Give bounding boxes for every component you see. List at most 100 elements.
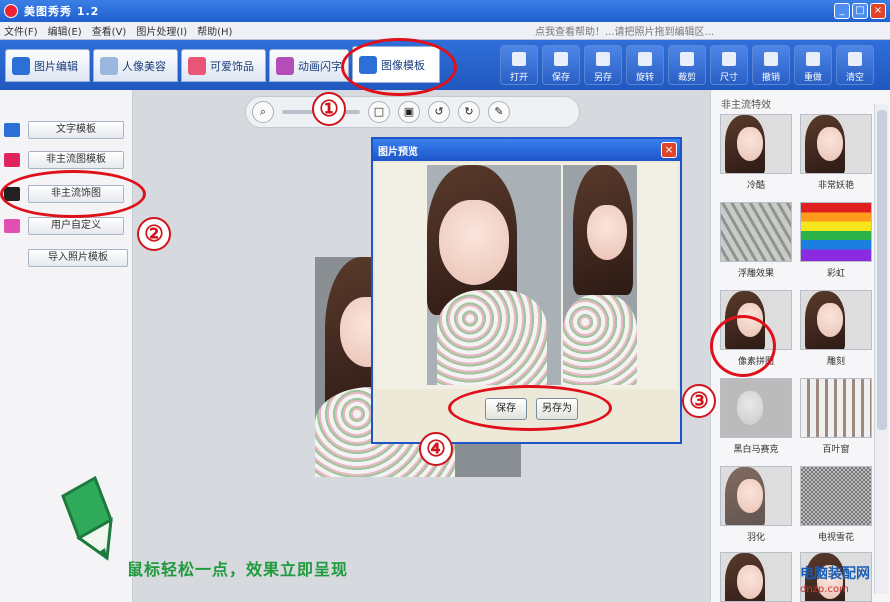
effect-item[interactable]: 羽化	[720, 466, 792, 543]
left-item-text-template[interactable]: 文字模板	[4, 120, 124, 140]
portrait-icon	[100, 56, 118, 75]
canvas-toolstrip: ⌕ □ ▣ ↺ ↻ ✎	[245, 96, 580, 128]
left-item-label: 文字模板	[28, 121, 124, 139]
tab-animation[interactable]: 动画闪字	[269, 49, 349, 82]
brush-icon[interactable]: ✎	[488, 101, 510, 123]
tool-label: 另存	[593, 73, 612, 83]
effect-label: 浮雕效果	[737, 269, 774, 279]
effects-scrollbar[interactable]	[874, 104, 888, 594]
effect-label: 冷酷	[746, 181, 765, 191]
left-item-label: 导入照片模板	[28, 249, 128, 267]
tool-label: 尺寸	[719, 73, 738, 83]
scroll-thumb[interactable]	[877, 110, 887, 430]
annotation-circle	[448, 385, 612, 431]
effect-label: 非常妖艳	[817, 181, 854, 191]
tool-label: 清空	[845, 73, 864, 83]
close-icon[interactable]: ×	[870, 3, 886, 19]
menu-bar: 文件(F) 编辑(E) 查看(V) 图片处理(I) 帮助(H) 点我查看帮助！.…	[0, 22, 890, 40]
effect-thumb	[720, 114, 792, 174]
tab-label: 图片编辑	[34, 59, 78, 73]
lips-icon	[4, 153, 20, 167]
effect-thumb	[720, 466, 792, 526]
effect-thumb	[720, 202, 792, 262]
effect-item[interactable]: 黑白马赛克	[720, 378, 792, 455]
effect-label: 羽化	[746, 533, 765, 543]
effect-item[interactable]: 百叶窗	[800, 378, 872, 455]
clear-button[interactable]: 清空	[836, 45, 874, 85]
tool-label: 裁剪	[677, 73, 696, 83]
fit-icon[interactable]: □	[368, 101, 390, 123]
annotation-number-2: ②	[137, 217, 171, 251]
caption-text: 鼠标轻松一点，效果立即呈现	[127, 560, 349, 579]
rotate-left-icon[interactable]: ↺	[428, 101, 450, 123]
crop-icon	[680, 52, 694, 66]
left-item-label: 非主流图模板	[28, 151, 124, 169]
zoom-icon[interactable]: ⌕	[252, 101, 274, 123]
actual-size-icon[interactable]: ▣	[398, 101, 420, 123]
save-button[interactable]: 保存	[542, 45, 580, 85]
menu-help[interactable]: 帮助(H)	[197, 23, 232, 38]
effect-thumb	[800, 114, 872, 174]
tab-portrait[interactable]: 人像美容	[93, 49, 178, 82]
accessories-icon	[188, 56, 206, 75]
effects-header: 非主流特效	[721, 100, 771, 111]
redo-button[interactable]: 重做	[794, 45, 832, 85]
undo-button[interactable]: 撤销	[752, 45, 790, 85]
rotate-button[interactable]: 旋转	[626, 45, 664, 85]
preview-photo-main	[427, 165, 561, 385]
tool-label: 旋转	[635, 73, 654, 83]
open-button[interactable]: 打开	[500, 45, 538, 85]
annotation-number-3: ③	[682, 384, 716, 418]
dialog-close-icon[interactable]: ×	[661, 142, 677, 158]
tab-label: 可爱饰品	[210, 59, 254, 73]
tab-accessories[interactable]: 可爱饰品	[181, 49, 266, 82]
effect-item[interactable]: 冷酷	[720, 114, 792, 191]
effect-thumb	[720, 378, 792, 438]
save-as-button[interactable]: 另存	[584, 45, 622, 85]
preview-photo-strip	[563, 165, 637, 385]
menu-view[interactable]: 查看(V)	[92, 23, 127, 38]
effect-thumb	[800, 290, 872, 350]
menu-image[interactable]: 图片处理(I)	[136, 23, 187, 38]
effect-label: 电视雪花	[817, 533, 854, 543]
maximize-icon[interactable]: □	[852, 3, 868, 19]
rotate-right-icon[interactable]: ↻	[458, 101, 480, 123]
rotate-icon	[638, 52, 652, 66]
annotation-number-4: ④	[419, 432, 453, 466]
menu-edit[interactable]: 编辑(E)	[48, 23, 82, 38]
left-item-nonmainstream-template[interactable]: 非主流图模板	[4, 150, 124, 170]
open-icon	[512, 52, 526, 66]
app-logo-icon	[4, 4, 18, 18]
left-item-label: 用户自定义	[28, 217, 124, 235]
save-as-icon	[596, 52, 610, 66]
undo-icon	[764, 52, 778, 66]
effect-label: 黑白马赛克	[733, 445, 779, 455]
effect-item[interactable]: 彩虹	[800, 202, 872, 279]
effect-thumb	[800, 466, 872, 526]
crop-button[interactable]: 裁剪	[668, 45, 706, 85]
resize-button[interactable]: 尺寸	[710, 45, 748, 85]
watermark-line2: dnzp.com	[800, 584, 849, 595]
effect-item[interactable]: 浮雕效果	[720, 202, 792, 279]
effect-item[interactable]: 电视雪花	[800, 466, 872, 543]
annotation-circle	[341, 38, 457, 96]
watermark: 电脑装配网 dnzp.com	[800, 566, 870, 598]
tool-label: 撤销	[761, 73, 780, 83]
tool-label: 保存	[551, 73, 570, 83]
left-item-custom[interactable]: 用户自定义	[4, 216, 124, 236]
import-photo-template-button[interactable]: 导入照片模板	[28, 248, 128, 268]
tool-label: 重做	[803, 73, 822, 83]
tab-label: 人像美容	[122, 59, 166, 73]
effect-item[interactable]: 雕刻	[800, 290, 872, 367]
tab-image-edit[interactable]: 图片编辑	[5, 49, 90, 82]
menu-file[interactable]: 文件(F)	[4, 23, 38, 38]
annotation-number-1: ①	[312, 92, 346, 126]
minimize-icon[interactable]: _	[834, 3, 850, 19]
clear-icon	[848, 52, 862, 66]
effect-item[interactable]	[720, 552, 792, 602]
save-icon	[554, 52, 568, 66]
dialog-preview-area	[375, 163, 678, 389]
effect-item[interactable]: 非常妖艳	[800, 114, 872, 191]
pencil-icon	[61, 475, 113, 561]
effect-label: 雕刻	[826, 357, 845, 367]
